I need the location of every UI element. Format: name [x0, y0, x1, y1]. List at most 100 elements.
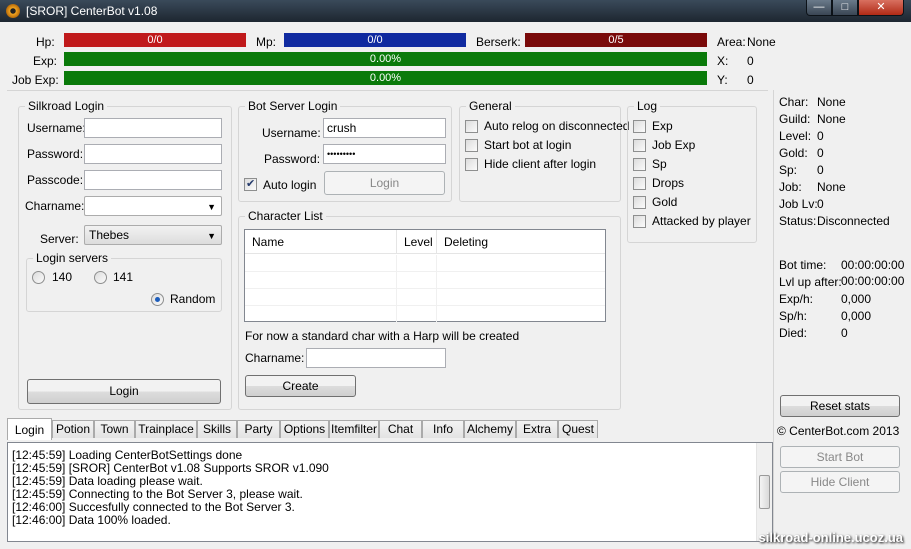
sr-passcode-label: Passcode:	[27, 173, 84, 187]
died-value: 0	[841, 326, 848, 340]
log-sp-checkbox[interactable]	[633, 158, 646, 171]
jobexp-bar: 0.00%	[64, 71, 707, 85]
bot-server-login-title: Bot Server Login	[245, 99, 341, 113]
sr-password-input[interactable]	[84, 144, 222, 164]
sr-login-button[interactable]: Login	[27, 379, 221, 404]
tab-skills[interactable]: Skills	[197, 420, 237, 438]
bot-time-label: Bot time:	[779, 258, 827, 272]
y-value: 0	[747, 73, 754, 87]
server-radio-random[interactable]	[151, 293, 164, 306]
character-table[interactable]: Name Level Deleting	[244, 229, 606, 323]
server-radio-140-label: 140	[52, 270, 73, 284]
tab-potion[interactable]: Potion	[52, 420, 94, 438]
log-gold-label: Gold	[652, 195, 678, 209]
gold-value: 0	[817, 146, 824, 160]
log-attacked-checkbox[interactable]	[633, 215, 646, 228]
server-radio-140[interactable]	[32, 271, 45, 284]
log-scrollbar[interactable]	[756, 443, 772, 541]
chevron-down-icon: ▼	[207, 231, 216, 241]
auto-relog-checkbox[interactable]	[465, 120, 478, 133]
sr-server-value: Thebes	[89, 228, 130, 242]
column-header-deleting[interactable]: Deleting	[437, 230, 605, 254]
sr-username-label: Username:	[27, 121, 86, 135]
hp-bar: 0/0	[64, 33, 246, 47]
tab-quest[interactable]: Quest	[558, 420, 598, 438]
log-line: [12:46:00] Data 100% loaded.	[12, 513, 171, 527]
tab-extra[interactable]: Extra	[516, 420, 558, 438]
char-create-hint: For now a standard char with a Harp will…	[245, 329, 520, 343]
sr-server-select[interactable]: Thebes ▼	[84, 225, 222, 245]
died-label: Died:	[779, 326, 808, 340]
minimize-button[interactable]: —	[806, 0, 832, 16]
bot-username-label: Username:	[262, 126, 321, 140]
job-label: Job:	[779, 180, 802, 194]
tab-alchemy[interactable]: Alchemy	[464, 420, 516, 438]
log-jobexp-checkbox[interactable]	[633, 139, 646, 152]
tab-info[interactable]: Info	[422, 420, 464, 438]
tab-options[interactable]: Options	[280, 420, 329, 438]
sr-charname-select[interactable]: ▼	[84, 196, 222, 216]
server-radio-141-label: 141	[113, 270, 134, 284]
sr-server-label: Server:	[40, 232, 79, 246]
log-gold-checkbox[interactable]	[633, 196, 646, 209]
tab-trainplace[interactable]: Trainplace	[135, 420, 197, 438]
scrollbar-thumb[interactable]	[759, 475, 770, 509]
berserk-label: Berserk:	[476, 35, 521, 49]
status-value: Disconnected	[817, 214, 890, 228]
page-top-border	[7, 90, 768, 91]
tab-chat[interactable]: Chat	[379, 420, 422, 438]
watermark-text: silkroad-online.ucoz.ua	[758, 530, 903, 545]
reset-stats-button[interactable]: Reset stats	[780, 395, 900, 417]
tab-strip: Login Potion Town Trainplace Skills Part…	[7, 418, 767, 440]
bot-username-input[interactable]: crush	[323, 118, 446, 138]
berserk-bar: 0/5	[525, 33, 707, 47]
tab-party[interactable]: Party	[237, 420, 280, 438]
log-exp-checkbox[interactable]	[633, 120, 646, 133]
bot-login-button[interactable]: Login	[324, 171, 445, 195]
tab-itemfilter[interactable]: Itemfilter	[329, 420, 379, 438]
character-list-title: Character List	[245, 209, 326, 223]
log-drops-checkbox[interactable]	[633, 177, 646, 190]
sr-username-input[interactable]	[84, 118, 222, 138]
table-row	[245, 255, 605, 272]
log-sp-label: Sp	[652, 157, 667, 171]
server-radio-random-label: Random	[170, 292, 216, 306]
column-header-level[interactable]: Level	[397, 230, 437, 254]
joblv-value: 0	[817, 197, 824, 211]
auto-relog-label: Auto relog on disconnected	[484, 119, 630, 133]
bot-password-input[interactable]: •••••••••	[323, 144, 446, 164]
mp-bar: 0/0	[284, 33, 466, 47]
new-charname-label: Charname:	[245, 351, 305, 365]
auto-login-checkbox[interactable]	[244, 177, 257, 191]
sr-password-label: Password:	[27, 147, 84, 161]
new-charname-input[interactable]	[306, 348, 446, 368]
tab-login[interactable]: Login	[7, 418, 52, 440]
hide-client-after-login-checkbox[interactable]	[465, 158, 478, 171]
close-button[interactable]: ✕	[858, 0, 904, 16]
title-bar[interactable]: [SROR] CenterBot v1.08 — □ ✕	[0, 0, 911, 22]
log-exp-label: Exp	[652, 119, 673, 133]
log-line: [12:45:59] Loading CenterBotSettings don…	[12, 448, 243, 462]
tab-town[interactable]: Town	[94, 420, 135, 438]
start-bot-at-login-checkbox[interactable]	[465, 139, 478, 152]
gold-label: Gold:	[779, 146, 808, 160]
char-label: Char:	[779, 95, 809, 109]
hide-client-button[interactable]: Hide Client	[780, 471, 900, 493]
silkroad-login-title: Silkroad Login	[25, 99, 108, 113]
sr-passcode-input[interactable]	[84, 170, 222, 190]
bot-password-label: Password:	[264, 152, 321, 166]
maximize-button[interactable]: □	[832, 0, 858, 16]
start-bot-button[interactable]: Start Bot	[780, 446, 900, 468]
log-line: [12:45:59] [SROR] CenterBot v1.08 Suppor…	[12, 461, 329, 475]
create-button[interactable]: Create	[245, 375, 356, 397]
exp-per-hour-value: 0,000	[841, 292, 872, 306]
server-radio-141[interactable]	[94, 271, 107, 284]
table-row	[245, 306, 605, 323]
level-label: Level:	[779, 129, 812, 143]
column-header-name[interactable]: Name	[245, 230, 397, 254]
log-drops-label: Drops	[652, 176, 685, 190]
hp-label: Hp:	[36, 35, 55, 49]
lvl-up-value: 00:00:00:00	[841, 274, 905, 288]
sp-per-hour-value: 0,000	[841, 309, 872, 323]
log-output[interactable]: [12:45:59] Loading CenterBotSettings don…	[7, 442, 773, 542]
